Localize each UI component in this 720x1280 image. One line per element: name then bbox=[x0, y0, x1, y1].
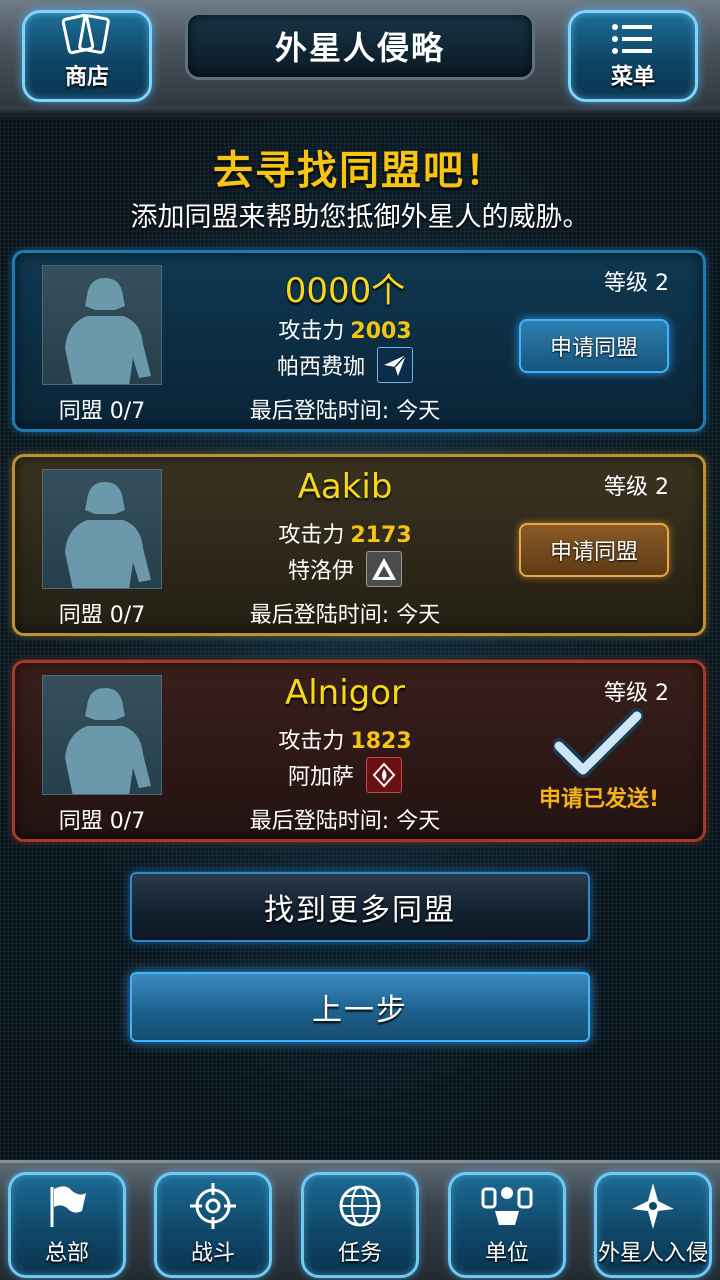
soldier-silhouette-icon bbox=[65, 688, 151, 794]
nav-label: 单位 bbox=[484, 1241, 529, 1266]
section-heading: 去寻找同盟吧！ bbox=[213, 148, 507, 194]
back-button[interactable]: 上一步 bbox=[130, 972, 590, 1042]
nav-label: 外星人入侵 bbox=[597, 1241, 708, 1266]
shop-label: 商店 bbox=[64, 65, 109, 90]
attack-power: 攻击力 1823 bbox=[278, 729, 412, 754]
attack-power: 攻击力 2173 bbox=[278, 523, 412, 548]
apply-alliance-button[interactable]: 申请同盟 bbox=[519, 319, 669, 373]
player-level: 等级 2 bbox=[603, 271, 669, 296]
alliance-count: 同盟 0/7 bbox=[58, 809, 146, 834]
player-card: 同盟 0/7 Aakib 攻击力 2173 特洛伊 最后登陆时间: 今天 等级 2… bbox=[12, 454, 706, 636]
last-login: 最后登陆时间: 今天 bbox=[249, 809, 441, 834]
checkmark-icon bbox=[553, 708, 643, 778]
player-name: Alnigor bbox=[284, 673, 406, 713]
player-card: 同盟 0/7 0000个 攻击力 2003 帕西费珈 最后登陆时间: 今天 等级 … bbox=[12, 250, 706, 432]
request-sent-status: 申请已发送! bbox=[538, 787, 660, 812]
apply-alliance-button[interactable]: 申请同盟 bbox=[519, 523, 669, 577]
flag-icon bbox=[50, 1186, 86, 1227]
nav-battle[interactable]: 战斗 bbox=[154, 1172, 272, 1278]
section-subheading: 添加同盟来帮助您抵御外星人的威胁。 bbox=[130, 202, 590, 233]
nav-label: 任务 bbox=[337, 1241, 382, 1266]
player-card: 同盟 0/7 Alnigor 攻击力 1823 阿加萨 最后登陆时间: 今天 等级… bbox=[12, 660, 706, 842]
menu-button[interactable]: 菜单 bbox=[568, 10, 698, 102]
player-avatar bbox=[42, 675, 162, 795]
faction-name: 特洛伊 bbox=[287, 559, 354, 584]
nav-missions[interactable]: 任务 bbox=[301, 1172, 419, 1278]
soldier-silhouette-icon bbox=[65, 278, 151, 384]
faction: 帕西费珈 bbox=[195, 347, 495, 383]
faction: 阿加萨 bbox=[195, 757, 495, 793]
player-avatar bbox=[42, 469, 162, 589]
flame-emblem-icon bbox=[366, 757, 402, 793]
alien-ship-icon bbox=[632, 1183, 674, 1229]
player-name: 0000个 bbox=[284, 271, 406, 311]
page-title: 外星人侵略 bbox=[274, 29, 445, 67]
triangle-emblem-icon bbox=[366, 551, 402, 587]
units-icon bbox=[481, 1187, 533, 1225]
crosshair-icon bbox=[190, 1183, 236, 1229]
shop-button[interactable]: 商店 bbox=[22, 10, 152, 102]
attack-power: 攻击力 2003 bbox=[278, 319, 412, 344]
nav-label: 总部 bbox=[44, 1241, 89, 1266]
soldier-silhouette-icon bbox=[65, 482, 151, 588]
title-plate: 外星人侵略 bbox=[185, 12, 535, 80]
faction-name: 帕西费珈 bbox=[276, 355, 365, 380]
globe-icon bbox=[339, 1185, 381, 1227]
nav-units[interactable]: 单位 bbox=[448, 1172, 566, 1278]
cards-icon bbox=[61, 13, 110, 55]
list-menu-icon bbox=[612, 24, 652, 54]
alliance-count: 同盟 0/7 bbox=[58, 399, 146, 424]
find-more-allies-button[interactable]: 找到更多同盟 bbox=[130, 872, 590, 942]
player-name: Aakib bbox=[297, 467, 393, 507]
player-level: 等级 2 bbox=[603, 475, 669, 500]
nav-headquarters[interactable]: 总部 bbox=[8, 1172, 126, 1278]
nav-label: 战斗 bbox=[190, 1241, 235, 1266]
last-login: 最后登陆时间: 今天 bbox=[249, 603, 441, 628]
menu-label: 菜单 bbox=[610, 65, 655, 90]
paper-plane-icon bbox=[377, 347, 413, 383]
last-login: 最后登陆时间: 今天 bbox=[249, 399, 441, 424]
player-avatar bbox=[42, 265, 162, 385]
nav-alien-invasion[interactable]: 外星人入侵 bbox=[594, 1172, 712, 1278]
faction: 特洛伊 bbox=[195, 551, 495, 587]
player-level: 等级 2 bbox=[603, 681, 669, 706]
faction-name: 阿加萨 bbox=[287, 765, 354, 790]
alliance-count: 同盟 0/7 bbox=[58, 603, 146, 628]
